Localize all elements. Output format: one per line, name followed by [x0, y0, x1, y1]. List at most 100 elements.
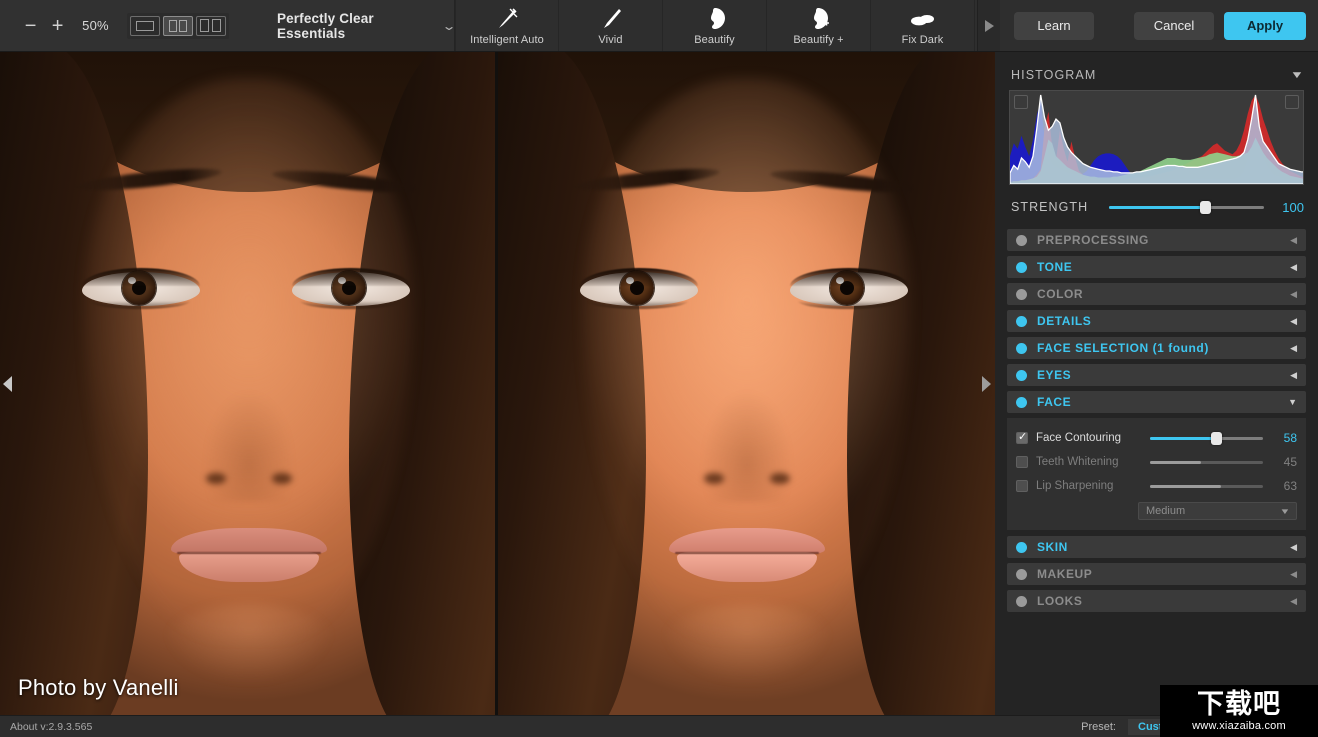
histogram-header[interactable]: HISTOGRAM ▼	[1003, 62, 1310, 90]
tool-fix-dark[interactable]: Fix Dark	[871, 0, 975, 51]
triangle-left-icon[interactable]: ◀	[1290, 289, 1297, 300]
view-mode-single-button[interactable]	[129, 15, 160, 36]
toggle-dot-icon[interactable]	[1016, 369, 1027, 381]
lip-sharpening-checkbox[interactable]	[1016, 480, 1028, 492]
section-preprocessing[interactable]: PREPROCESSING ◀	[1007, 229, 1306, 251]
portrait-after	[498, 52, 995, 715]
after-image-pane[interactable]	[498, 52, 995, 715]
section-color[interactable]: COLOR ◀	[1007, 283, 1306, 305]
preset-label: Preset:	[1081, 720, 1116, 733]
toolbar-scroll-right-button[interactable]	[977, 0, 1000, 51]
face-contouring-checkbox[interactable]	[1016, 430, 1028, 444]
caret-down-icon: ▼	[1279, 506, 1291, 516]
toggle-dot-icon[interactable]	[1016, 568, 1027, 580]
section-skin[interactable]: SKIN ◀	[1007, 536, 1306, 558]
teeth-whitening-checkbox[interactable]	[1016, 456, 1028, 468]
triangle-left-icon[interactable]: ◀	[1290, 370, 1297, 381]
caret-down-icon[interactable]: ▼	[1290, 70, 1304, 81]
tool-label: Intelligent Auto	[470, 34, 544, 46]
face-controls-panel: Face Contouring 58 Teeth Whitening 45	[1007, 418, 1306, 530]
tool-label: Fix Dark	[901, 34, 944, 46]
toggle-dot-icon[interactable]	[1016, 396, 1027, 408]
before-image-pane[interactable]: Photo by Vanelli	[0, 52, 497, 715]
app-window: − + 50% Perfectly Clear Essentials ⌄ Int…	[0, 0, 1318, 737]
about-version-label[interactable]: About v:2.9.3.565	[10, 721, 92, 733]
cancel-button[interactable]: Cancel	[1134, 11, 1214, 40]
view-mode-split-button[interactable]	[162, 15, 193, 36]
section-makeup[interactable]: MAKEUP ◀	[1007, 563, 1306, 585]
section-label: MAKEUP	[1037, 567, 1093, 581]
view-mode-group	[126, 12, 229, 39]
caret-down-icon[interactable]: ▼	[1288, 397, 1297, 407]
zoom-in-icon[interactable]: +	[47, 13, 68, 39]
face-contouring-slider[interactable]	[1150, 430, 1263, 446]
section-looks[interactable]: LOOKS ◀	[1007, 590, 1306, 612]
apply-button[interactable]: Apply	[1224, 11, 1306, 40]
lip-sharpening-slider[interactable]	[1150, 478, 1263, 494]
zoom-level-label: 50%	[82, 18, 109, 33]
zoom-out-icon[interactable]: −	[20, 13, 41, 39]
triangle-left-icon[interactable]: ◀	[1290, 596, 1297, 607]
toggle-dot-icon[interactable]	[1016, 541, 1027, 553]
tool-label: Vivid	[598, 34, 623, 46]
image-canvas[interactable]: Photo by Vanelli	[0, 52, 995, 715]
triangle-left-icon[interactable]: ◀	[1290, 343, 1297, 354]
magic-wand-icon	[494, 7, 520, 31]
triangle-left-icon[interactable]: ◀	[1290, 569, 1297, 580]
strength-slider[interactable]	[1109, 199, 1264, 215]
control-value: 58	[1283, 431, 1297, 445]
control-label: Lip Sharpening	[1036, 480, 1114, 492]
strength-value: 100	[1282, 199, 1304, 215]
toggle-dot-icon[interactable]	[1016, 261, 1027, 273]
triangle-left-icon[interactable]: ◀	[1290, 262, 1297, 273]
toggle-dot-icon[interactable]	[1016, 595, 1027, 607]
section-label: EYES	[1037, 368, 1072, 382]
section-face-selection[interactable]: FACE SELECTION (1 found) ◀	[1007, 337, 1306, 359]
tool-beautify[interactable]: Beautify	[663, 0, 767, 51]
histogram-chart	[1009, 90, 1304, 185]
photo-credit-label: Photo by Vanelli	[18, 675, 179, 700]
section-tone[interactable]: TONE ◀	[1007, 256, 1306, 278]
toolbar-actions-group: Learn Cancel Apply	[1000, 0, 1318, 51]
preset-tools-group: Intelligent Auto Vivid Beautify Beautify…	[455, 0, 977, 51]
section-details[interactable]: DETAILS ◀	[1007, 310, 1306, 332]
cloud-icon	[909, 7, 937, 31]
face-plus-icon	[806, 7, 832, 31]
control-value: 45	[1283, 455, 1297, 469]
before-after-divider[interactable]	[495, 52, 498, 715]
tool-vivid[interactable]: Vivid	[559, 0, 663, 51]
confirm-buttons: Cancel Apply	[1134, 11, 1306, 40]
triangle-left-icon[interactable]: ◀	[1290, 542, 1297, 553]
tool-beautify-plus[interactable]: Beautify +	[767, 0, 871, 51]
control-label: Face Contouring	[1036, 432, 1122, 444]
section-face[interactable]: FACE ▼	[1007, 391, 1306, 413]
side-by-side-view-icon	[200, 19, 222, 32]
face-strength-dropdown[interactable]: Medium ▼	[1138, 502, 1297, 520]
histogram-title: HISTOGRAM	[1011, 68, 1097, 82]
teeth-whitening-slider[interactable]	[1150, 454, 1263, 470]
collapse-left-panel-handle[interactable]	[3, 375, 12, 392]
section-eyes[interactable]: EYES ◀	[1007, 364, 1306, 386]
triangle-left-icon[interactable]: ◀	[1290, 235, 1297, 246]
status-bar: About v:2.9.3.565 Preset: Custom	[0, 715, 1318, 737]
section-label: PREPROCESSING	[1037, 233, 1149, 247]
toggle-dot-icon[interactable]	[1016, 288, 1027, 300]
triangle-left-icon[interactable]: ◀	[1290, 316, 1297, 327]
collapse-right-panel-handle[interactable]	[982, 375, 991, 392]
control-face-contouring: Face Contouring 58	[1016, 426, 1297, 450]
watermark-url: www.xiazaiba.com	[1192, 719, 1286, 732]
highlight-clip-toggle[interactable]	[1285, 95, 1299, 109]
tool-label: Beautify +	[793, 34, 844, 46]
shadow-clip-toggle[interactable]	[1014, 95, 1028, 109]
toggle-dot-icon[interactable]	[1016, 342, 1027, 354]
strength-control: STRENGTH 100	[1011, 199, 1304, 215]
view-mode-side-by-side-button[interactable]	[195, 15, 226, 36]
toggle-dot-icon[interactable]	[1016, 234, 1027, 246]
control-teeth-whitening: Teeth Whitening 45	[1016, 450, 1297, 474]
toggle-dot-icon[interactable]	[1016, 315, 1027, 327]
tool-intelligent-auto[interactable]: Intelligent Auto	[455, 0, 559, 51]
section-label: SKIN	[1037, 540, 1068, 554]
chevron-down-icon[interactable]: ⌄	[441, 19, 456, 33]
learn-button[interactable]: Learn	[1014, 11, 1094, 40]
section-label: TONE	[1037, 260, 1073, 274]
